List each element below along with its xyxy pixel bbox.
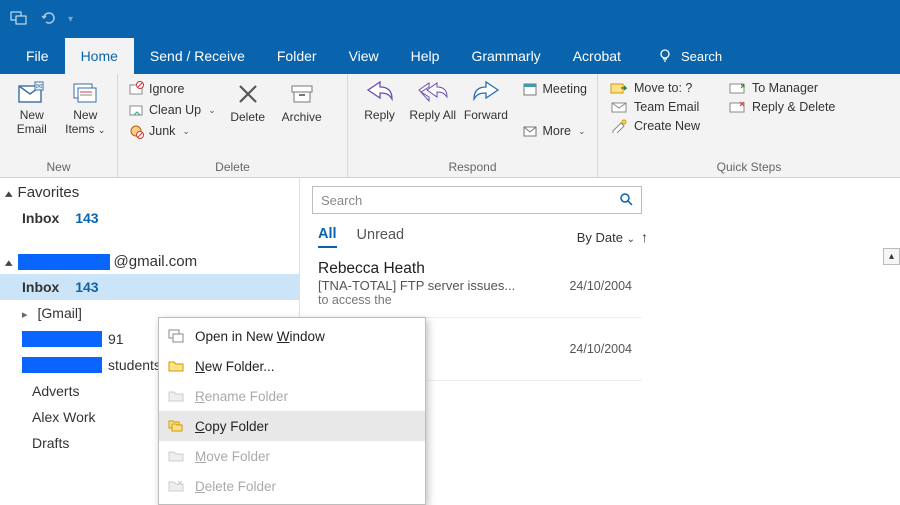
undo-icon[interactable] bbox=[40, 10, 56, 29]
search-placeholder: Search bbox=[321, 193, 362, 208]
tab-acrobat[interactable]: Acrobat bbox=[557, 38, 637, 74]
message-item[interactable]: Rebecca Heath [TNA-TOTAL] FTP server iss… bbox=[312, 254, 642, 318]
sort-by-date[interactable]: By Date ⌄ bbox=[577, 230, 635, 245]
ctx-open-new-window[interactable]: Open in New Window bbox=[159, 321, 425, 351]
group-label-quicksteps: Quick Steps bbox=[598, 160, 900, 177]
qs-move-to[interactable]: Move to: ? bbox=[606, 80, 704, 96]
ignore-button[interactable]: Ignore bbox=[126, 80, 218, 98]
account-header[interactable]: @gmail.com bbox=[0, 247, 299, 274]
junk-button[interactable]: Junk⌄ bbox=[126, 122, 218, 140]
qs-team-email[interactable]: Team Email bbox=[606, 99, 704, 115]
search-input[interactable]: Search bbox=[312, 186, 642, 214]
ribbon-group-new: ✉ New Email New Items ⌄ New bbox=[0, 74, 118, 177]
window-icon bbox=[167, 329, 185, 343]
new-items-button[interactable]: New Items ⌄ bbox=[62, 78, 110, 137]
app-icon bbox=[10, 9, 28, 30]
ribbon-tabs: File Home Send / Receive Folder View Hel… bbox=[0, 38, 900, 74]
folder-copy-icon bbox=[167, 419, 185, 433]
group-label-delete: Delete bbox=[118, 160, 347, 177]
tab-grammarly[interactable]: Grammarly bbox=[455, 38, 556, 74]
ribbon-group-respond: Reply Reply All Forward Meeting More⌄ bbox=[348, 74, 598, 177]
svg-text:✉: ✉ bbox=[35, 82, 42, 91]
message-date: 24/10/2004 bbox=[569, 342, 632, 356]
qs-reply-delete[interactable]: Reply & Delete bbox=[724, 99, 839, 115]
message-date: 24/10/2004 bbox=[569, 279, 632, 293]
group-label-respond: Respond bbox=[348, 160, 597, 177]
tab-view[interactable]: View bbox=[333, 38, 395, 74]
ctx-move-folder: Move Folder bbox=[159, 441, 425, 471]
new-items-label: New Items ⌄ bbox=[62, 109, 110, 137]
redacted-account bbox=[18, 254, 110, 270]
main-area: Favorites Inbox 143 @gmail.com Inbox 143… bbox=[0, 178, 900, 500]
new-email-button[interactable]: ✉ New Email bbox=[8, 78, 56, 137]
meeting-button[interactable]: Meeting bbox=[520, 80, 589, 98]
filter-all[interactable]: All bbox=[318, 226, 337, 248]
message-from: Rebecca Heath bbox=[318, 260, 632, 278]
more-respond-button[interactable]: More⌄ bbox=[520, 122, 589, 140]
group-label-new: New bbox=[0, 160, 117, 177]
qs-create-new[interactable]: Create New bbox=[606, 118, 704, 134]
ribbon: ✉ New Email New Items ⌄ New Ignore Clean… bbox=[0, 74, 900, 178]
tell-me-search[interactable]: Search bbox=[657, 38, 722, 74]
filter-unread[interactable]: Unread bbox=[357, 227, 405, 247]
context-menu: Open in New Window New Folder... Rename … bbox=[158, 317, 426, 505]
message-subject: [TNA-TOTAL] FTP server issues... bbox=[318, 278, 559, 293]
archive-button[interactable]: Archive bbox=[278, 78, 326, 125]
tab-folder[interactable]: Folder bbox=[261, 38, 333, 74]
ctx-delete-folder: Delete Folder bbox=[159, 471, 425, 501]
cleanup-button[interactable]: Clean Up⌄ bbox=[126, 101, 218, 119]
scroll-up-button[interactable]: ▴ bbox=[883, 248, 900, 265]
folder-move-icon bbox=[167, 449, 185, 463]
tab-help[interactable]: Help bbox=[395, 38, 456, 74]
search-icon[interactable] bbox=[619, 192, 633, 209]
nav-inbox[interactable]: Inbox 143 bbox=[0, 274, 299, 300]
tab-home[interactable]: Home bbox=[65, 38, 134, 74]
folder-new-icon bbox=[167, 359, 185, 373]
tab-send-receive[interactable]: Send / Receive bbox=[134, 38, 261, 74]
rename-icon bbox=[167, 389, 185, 403]
reply-button[interactable]: Reply bbox=[356, 78, 403, 123]
reply-all-button[interactable]: Reply All bbox=[409, 78, 456, 123]
fav-inbox[interactable]: Inbox 143 bbox=[0, 205, 299, 231]
message-preview: to access the bbox=[318, 293, 632, 307]
favorites-header[interactable]: Favorites bbox=[0, 178, 299, 205]
qs-to-manager[interactable]: To Manager bbox=[724, 80, 839, 96]
ctx-copy-folder[interactable]: Copy Folder bbox=[159, 411, 425, 441]
lightbulb-icon bbox=[657, 47, 673, 66]
new-email-label: New Email bbox=[8, 109, 56, 137]
search-label: Search bbox=[681, 49, 722, 64]
ribbon-group-quicksteps: Move to: ? Team Email Create New To Mana… bbox=[598, 74, 900, 177]
forward-button[interactable]: Forward bbox=[462, 78, 509, 123]
folder-delete-icon bbox=[167, 479, 185, 493]
delete-button[interactable]: Delete bbox=[224, 78, 272, 125]
ctx-rename-folder: Rename Folder bbox=[159, 381, 425, 411]
qat-dropdown-icon[interactable]: ▾ bbox=[68, 14, 73, 25]
sort-direction-icon[interactable]: ↑ bbox=[641, 229, 648, 245]
tab-file[interactable]: File bbox=[10, 38, 65, 74]
title-bar: ▾ bbox=[0, 0, 900, 38]
ribbon-group-delete: Ignore Clean Up⌄ Junk⌄ Delete Archive bbox=[118, 74, 348, 177]
list-filters: All Unread By Date ⌄ ↑ bbox=[318, 226, 648, 248]
ctx-new-folder[interactable]: New Folder... bbox=[159, 351, 425, 381]
